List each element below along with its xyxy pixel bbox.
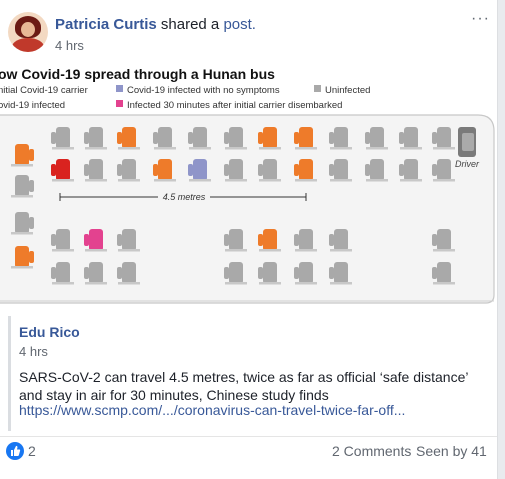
legend-infected: ovid-19 infected (0, 100, 65, 111)
comments-count[interactable]: 2 Comments (332, 443, 411, 459)
legend-swatch-uninfected (314, 85, 321, 92)
legend-carrier: nitial Covid-19 carrier (0, 85, 88, 96)
reactions-bar: 2 2 Comments Seen by 41 (0, 436, 497, 467)
author-name[interactable]: Patricia Curtis (55, 16, 157, 33)
legend-uninfected: Uninfected (325, 85, 370, 96)
bus-infographic: ow Covid-19 spread through a Hunan bus n… (0, 66, 495, 304)
post-time[interactable]: 4 hrs (55, 38, 84, 53)
infographic-image[interactable]: ow Covid-19 spread through a Hunan bus n… (0, 63, 497, 315)
driver-seat (458, 127, 476, 157)
distance-label: 4.5 metres (163, 192, 206, 202)
shared-time[interactable]: 4 hrs (19, 344, 48, 359)
post-link[interactable]: post. (223, 16, 256, 33)
more-options-icon[interactable]: ··· (471, 10, 490, 28)
seen-by[interactable]: Seen by 41 (416, 443, 487, 459)
legend-swatch-no-symptoms (116, 85, 123, 92)
legend-no-symptoms: Covid-19 infected with no symptoms (127, 85, 280, 96)
post-attribution: Patricia Curtis shared a post. (55, 16, 256, 33)
bus-outline (0, 114, 495, 304)
shared-link-preview[interactable]: Edu Rico 4 hrs SARS-CoV-2 can travel 4.5… (8, 316, 491, 431)
shared-text: shared a (160, 16, 220, 33)
driver-label: Driver (455, 159, 480, 169)
shared-url[interactable]: https://www.scmp.com/.../coronavirus-can… (19, 402, 491, 418)
shared-source[interactable]: Edu Rico (19, 324, 80, 340)
post-card: Patricia Curtis shared a post. 4 hrs ···… (0, 0, 498, 479)
infographic-title: ow Covid-19 spread through a Hunan bus (0, 66, 275, 82)
legend-after: Infected 30 minutes after initial carrie… (127, 100, 342, 111)
like-icon[interactable] (6, 442, 24, 460)
shared-text: SARS-CoV-2 can travel 4.5 metres, twice … (19, 369, 468, 403)
legend-swatch-after (116, 100, 123, 107)
avatar[interactable] (8, 12, 48, 52)
reaction-count[interactable]: 2 (28, 443, 36, 459)
